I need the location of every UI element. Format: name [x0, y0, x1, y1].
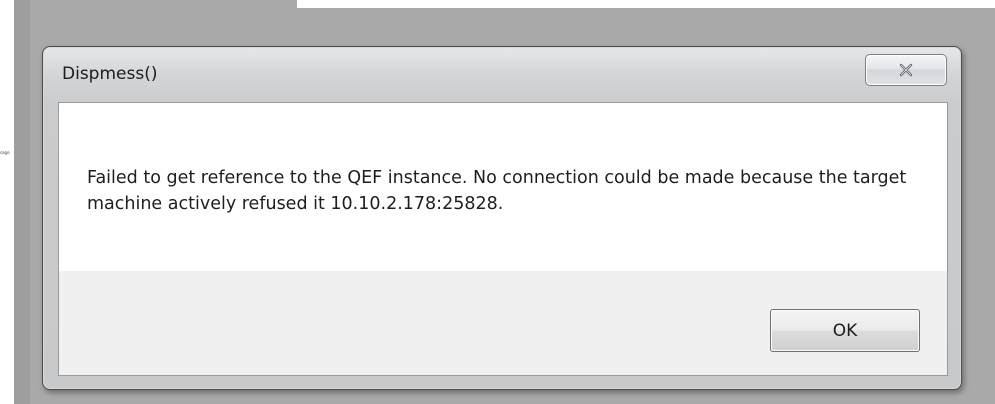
background-window-edge	[297, 0, 995, 8]
close-icon	[899, 63, 913, 77]
message-area: Failed to get reference to the QEF insta…	[59, 103, 947, 271]
dialog-title: Dispmess()	[62, 64, 158, 84]
ok-button[interactable]: OK	[770, 309, 920, 352]
dialog-client-area: Failed to get reference to the QEF insta…	[58, 102, 948, 376]
button-strip: OK	[59, 271, 947, 375]
dialog-titlebar[interactable]: Dispmess()	[43, 47, 961, 101]
close-button[interactable]	[865, 54, 947, 86]
background-left-strip	[14, 0, 30, 404]
message-text: Failed to get reference to the QEF insta…	[87, 168, 907, 214]
background-left-panel: sage	[0, 0, 14, 404]
message-dialog: Dispmess() Failed to get reference to th…	[42, 46, 962, 390]
background-left-panel-text: sage	[0, 150, 10, 155]
